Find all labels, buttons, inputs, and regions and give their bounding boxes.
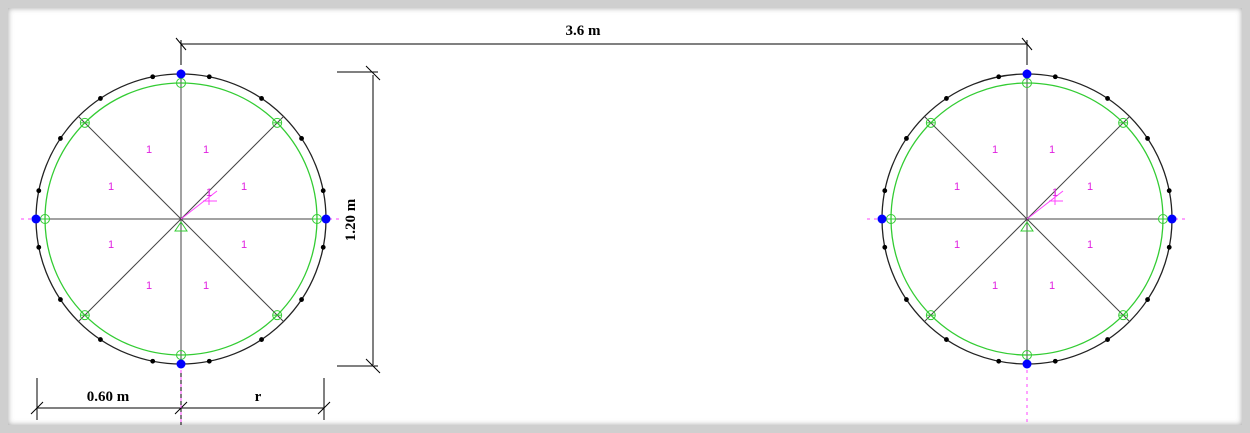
rebar-dot-icon — [58, 297, 63, 302]
zone-label: 1 — [203, 280, 209, 292]
zone-label: 1 — [1049, 144, 1055, 156]
rebar-dot-icon — [206, 74, 212, 80]
support-node-icon — [1022, 359, 1032, 369]
center-zone-label: 1 — [206, 187, 212, 199]
structural-drawing: 3.6 m 1.20 m 0.60 m r 1 1 1 1 1 1 1 1 1 1 1 1 1 1 1 1 1 1 — [21, 23, 1187, 425]
spacing-dimension: 3.6 m — [175, 23, 1033, 65]
rebar-dot-icon — [36, 244, 42, 250]
rebar-dot-icon — [320, 244, 326, 250]
zone-label: 1 — [241, 239, 247, 251]
rebar-dot-icon — [320, 188, 326, 194]
zone-label: 1 — [203, 144, 209, 156]
rebar-dot-icon — [98, 337, 103, 342]
support-node-icon — [321, 214, 331, 224]
rebar-dot-icon — [1166, 188, 1172, 194]
rebar-dot-icon — [1145, 297, 1150, 302]
zone-label: 1 — [146, 280, 152, 292]
radius-label: r — [255, 389, 262, 405]
zone-label: 1 — [108, 181, 114, 193]
rebar-dot-icon — [259, 337, 264, 342]
rebar-dot-icon — [1052, 358, 1058, 364]
rebar-dot-icon — [36, 188, 42, 194]
rebar-dot-icon — [58, 136, 63, 141]
zone-label: 1 — [954, 181, 960, 193]
rebar-dot-icon — [1052, 74, 1058, 80]
spacing-dimension-label: 3.6 m — [566, 23, 602, 39]
diameter-dimension: 1.20 m — [337, 65, 381, 374]
radial-line — [1026, 116, 1130, 220]
rebar-dot-icon — [944, 337, 949, 342]
rebar-dot-icon — [882, 244, 888, 250]
radial-line — [1026, 218, 1130, 322]
rebar-dot-icon — [299, 297, 304, 302]
rebar-dot-icon — [904, 297, 909, 302]
zone-label: 1 — [992, 144, 998, 156]
support-node-icon — [176, 359, 186, 369]
zone-label: 1 — [1087, 181, 1093, 193]
rebar-dot-icon — [259, 96, 264, 101]
support-node-icon — [877, 214, 887, 224]
radial-line — [78, 116, 182, 220]
zone-label: 1 — [954, 239, 960, 251]
rebar-dot-icon — [904, 136, 909, 141]
rebar-dot-icon — [150, 74, 156, 80]
support-node-icon — [1022, 69, 1032, 79]
rebar-dot-icon — [206, 358, 212, 364]
zone-label: 1 — [241, 181, 247, 193]
rebar-dot-icon — [150, 358, 156, 364]
diameter-dimension-label: 1.20 m — [343, 198, 359, 241]
rebar-dot-icon — [1166, 244, 1172, 250]
rebar-dot-icon — [1105, 337, 1110, 342]
rebar-dot-icon — [1145, 136, 1150, 141]
rebar-dot-icon — [944, 96, 949, 101]
radial-line — [924, 218, 1028, 322]
half-width-label: 0.60 m — [87, 389, 130, 405]
support-node-icon — [176, 69, 186, 79]
support-node-icon — [31, 214, 41, 224]
zone-label: 1 — [146, 144, 152, 156]
zone-label: 1 — [992, 280, 998, 292]
radial-line — [180, 218, 284, 322]
radial-line — [924, 116, 1028, 220]
rebar-dot-icon — [98, 96, 103, 101]
rebar-dot-icon — [996, 74, 1002, 80]
rebar-dot-icon — [299, 136, 304, 141]
zone-label: 1 — [1087, 239, 1093, 251]
zone-label: 1 — [1049, 280, 1055, 292]
zone-label: 1 — [108, 239, 114, 251]
pile-sections: 1 1 1 1 1 1 1 1 1 1 1 1 1 1 1 1 1 1 — [21, 69, 1187, 424]
rebar-dot-icon — [1105, 96, 1110, 101]
center-zone-label: 1 — [1052, 187, 1058, 199]
radial-line — [78, 218, 182, 322]
pile-section-right: 1 1 1 1 1 1 1 1 1 — [867, 69, 1187, 424]
rebar-dot-icon — [996, 358, 1002, 364]
rebar-dot-icon — [882, 188, 888, 194]
radial-line — [180, 116, 284, 220]
pile-section-left: 1 1 1 1 1 1 1 1 1 — [21, 69, 341, 424]
support-node-icon — [1167, 214, 1177, 224]
